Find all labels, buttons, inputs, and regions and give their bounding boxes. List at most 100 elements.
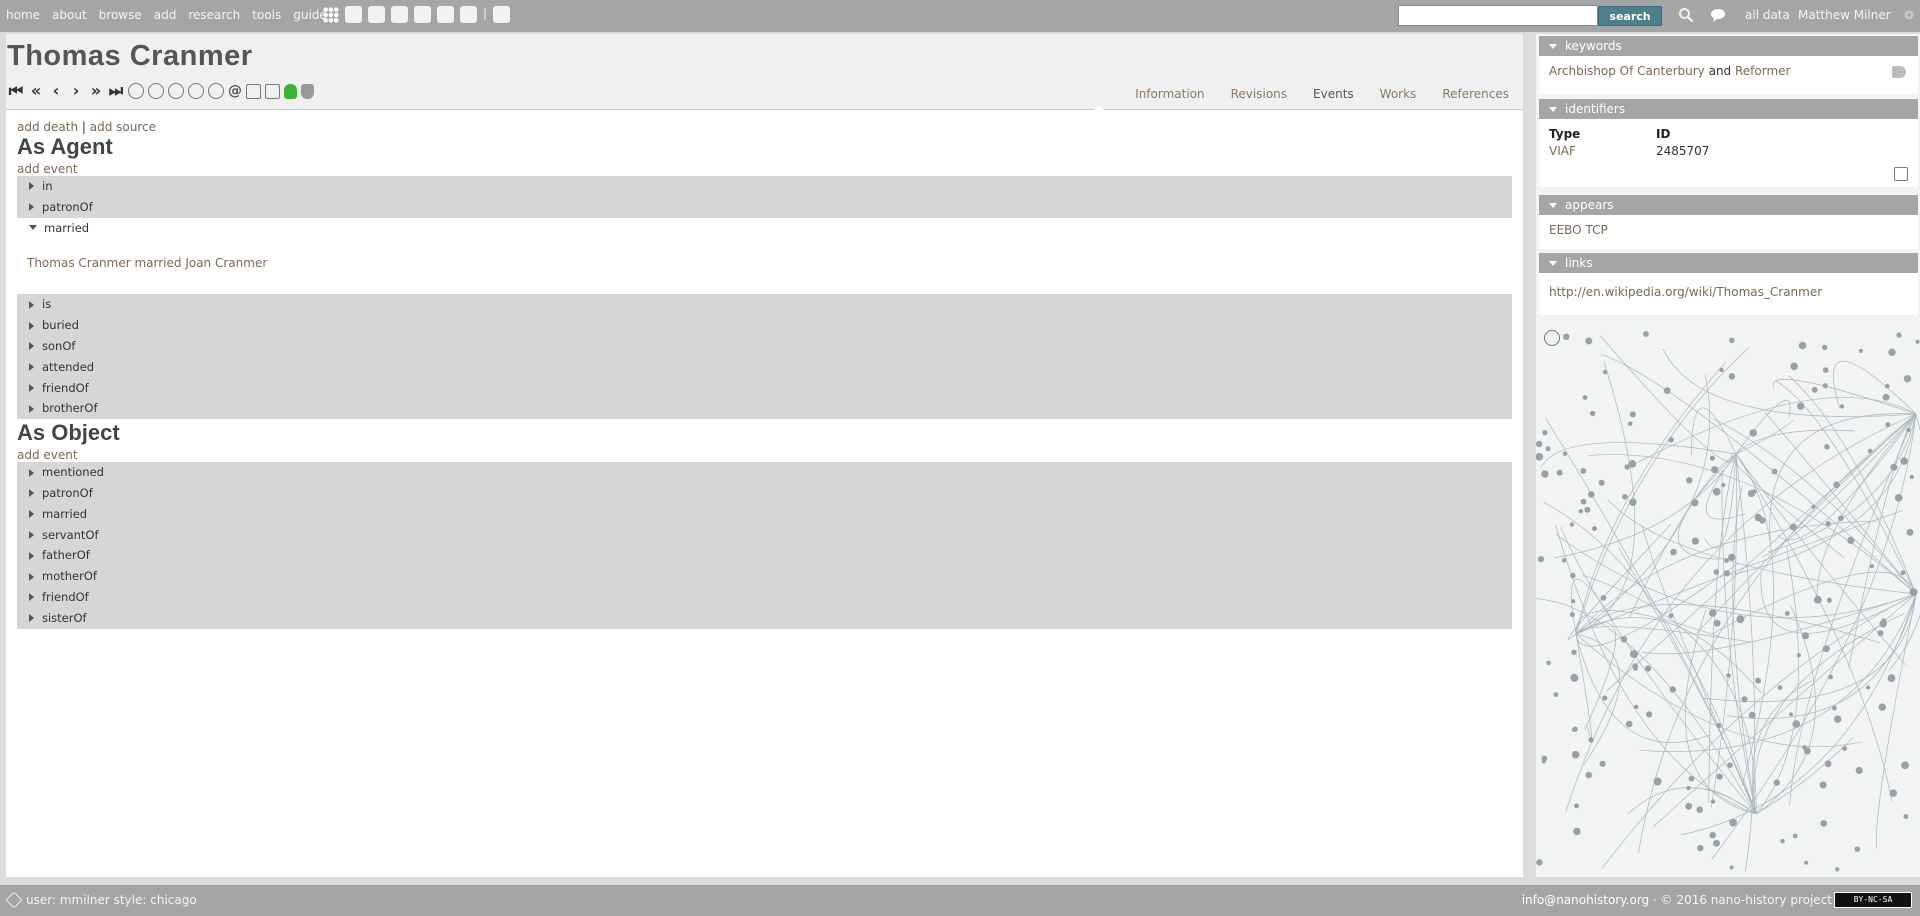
nav-link-add[interactable]: add <box>154 8 177 22</box>
next-page-icon[interactable]: » <box>88 82 104 100</box>
event-type-row[interactable]: friendOf <box>17 378 1512 399</box>
edit-icon[interactable] <box>1894 167 1908 181</box>
home-icon[interactable] <box>391 6 408 23</box>
network-icon[interactable] <box>437 6 454 23</box>
graph-node <box>1797 402 1805 410</box>
thumbs-up-icon[interactable] <box>284 83 297 99</box>
tab-revisions[interactable]: Revisions <box>1231 87 1287 101</box>
event-type-row[interactable]: is <box>17 294 1512 315</box>
tag-icon[interactable] <box>1892 66 1906 78</box>
expand-icon <box>29 404 34 413</box>
nav-link-browse[interactable]: browse <box>99 8 142 22</box>
identifiers-header[interactable]: identifiers <box>1539 99 1918 119</box>
add-object-event-link[interactable]: add event <box>17 448 1517 462</box>
nav-link-guide[interactable]: guide <box>293 8 327 22</box>
add-source-link[interactable]: add source <box>90 120 156 134</box>
nav-link-tools[interactable]: tools <box>252 8 281 22</box>
nav-link-about[interactable]: about <box>52 8 87 22</box>
graph-node <box>1822 367 1829 373</box>
rss-icon[interactable] <box>246 83 261 99</box>
nav-link-research[interactable]: research <box>188 8 240 22</box>
event-type-row[interactable]: mentioned <box>17 462 1512 483</box>
user-group-icon[interactable] <box>493 6 511 23</box>
book-icon[interactable] <box>368 6 385 23</box>
comment-icon[interactable] <box>1710 8 1726 22</box>
external-link[interactable]: http://en.wikipedia.org/wiki/Thomas_Cran… <box>1549 285 1822 299</box>
event-type-row[interactable]: married <box>17 504 1512 525</box>
event-type-label: sonOf <box>42 338 76 353</box>
next-record-icon[interactable]: › <box>68 82 84 100</box>
appears-item[interactable]: EEBO TCP <box>1549 223 1608 237</box>
event-type-row[interactable]: buried <box>17 315 1512 336</box>
last-record-icon[interactable]: ⏭ <box>108 82 124 100</box>
event-type-row[interactable]: brotherOf <box>17 398 1512 419</box>
event-type-label: in <box>42 179 53 193</box>
previous-page-icon[interactable]: « <box>28 82 44 100</box>
nav-link-home[interactable]: home <box>6 8 40 22</box>
add-agent-event-link[interactable]: add event <box>17 162 1517 176</box>
event-type-row[interactable]: motherOf <box>17 566 1512 587</box>
event-type-row[interactable]: friendOf <box>17 587 1512 608</box>
event-type-married[interactable]: married <box>17 218 1512 239</box>
search-input[interactable] <box>1398 5 1598 26</box>
at-icon[interactable]: @ <box>228 83 242 99</box>
event-type-row[interactable]: fatherOf <box>17 545 1512 566</box>
speech-icon[interactable] <box>168 83 184 99</box>
graph-node <box>1847 536 1855 544</box>
keyword-link[interactable]: Reformer <box>1735 64 1790 78</box>
user-menu[interactable]: Matthew Milner <box>1798 8 1891 22</box>
all-data-link[interactable]: all data <box>1745 8 1790 22</box>
gear-icon[interactable] <box>1902 8 1916 22</box>
keywords-header[interactable]: keywords <box>1539 36 1918 56</box>
tab-information[interactable]: Information <box>1135 87 1204 101</box>
graph-node <box>1867 448 1873 454</box>
previous-record-icon[interactable]: ‹ <box>48 82 64 100</box>
tool-separator: | <box>483 6 488 20</box>
graph-node <box>1842 746 1848 751</box>
graph-node <box>1832 705 1837 711</box>
tab-references[interactable]: References <box>1442 87 1509 101</box>
event-type-row[interactable]: in <box>17 176 1512 197</box>
first-record-icon[interactable]: ⏮ <box>8 82 24 100</box>
search-button[interactable]: search <box>1598 6 1662 26</box>
graph-node <box>1553 692 1559 697</box>
graph-edge <box>1575 562 1740 647</box>
keyword-link[interactable]: Archbishop Of Canterbury <box>1549 64 1705 78</box>
event-type-row[interactable]: attended <box>17 357 1512 378</box>
graph-node <box>1620 636 1628 643</box>
close-circle-icon[interactable] <box>208 83 224 99</box>
keyword-conjunction: and <box>1708 64 1732 78</box>
graph-node <box>1900 570 1906 576</box>
expand-icon <box>29 321 34 330</box>
appears-header[interactable]: appears <box>1539 195 1918 215</box>
save-icon[interactable] <box>265 83 280 99</box>
wrench-icon[interactable] <box>5 891 23 909</box>
spiral-icon[interactable] <box>128 83 144 99</box>
event-type-row[interactable]: patronOf <box>17 483 1512 504</box>
event-type-row[interactable]: patronOf <box>17 197 1512 218</box>
event-type-row[interactable]: servantOf <box>17 525 1512 546</box>
contact-email-link[interactable]: info@nanohistory.org <box>1522 893 1649 907</box>
tab-events[interactable]: Events <box>1313 87 1354 101</box>
add-death-link[interactable]: add death <box>17 120 78 134</box>
event-type-row[interactable]: sonOf <box>17 336 1512 357</box>
event-sentence-link[interactable]: Thomas Cranmer married Joan Cranmer <box>27 256 267 270</box>
burst-icon[interactable] <box>148 83 164 99</box>
identifier-type[interactable]: VIAF <box>1549 144 1656 158</box>
group-icon[interactable] <box>188 83 204 99</box>
thumbs-down-icon[interactable] <box>301 83 314 99</box>
graph-edge <box>1711 413 1917 860</box>
license-badge[interactable]: BY-NC-SA <box>1834 892 1912 908</box>
event-type-row[interactable]: sisterOf <box>17 608 1512 629</box>
magnifier-icon[interactable] <box>1678 7 1694 23</box>
links-title: links <box>1565 256 1593 270</box>
expand-icon <box>29 203 34 212</box>
layers-icon[interactable] <box>460 6 477 23</box>
links-header[interactable]: links <box>1539 253 1918 273</box>
tab-works[interactable]: Works <box>1380 87 1417 101</box>
apps-grid-icon[interactable] <box>323 6 339 23</box>
tag-tool-icon[interactable] <box>414 6 431 23</box>
history-icon[interactable] <box>1544 330 1560 346</box>
graph-node <box>1696 806 1703 813</box>
people-icon[interactable] <box>345 6 362 23</box>
